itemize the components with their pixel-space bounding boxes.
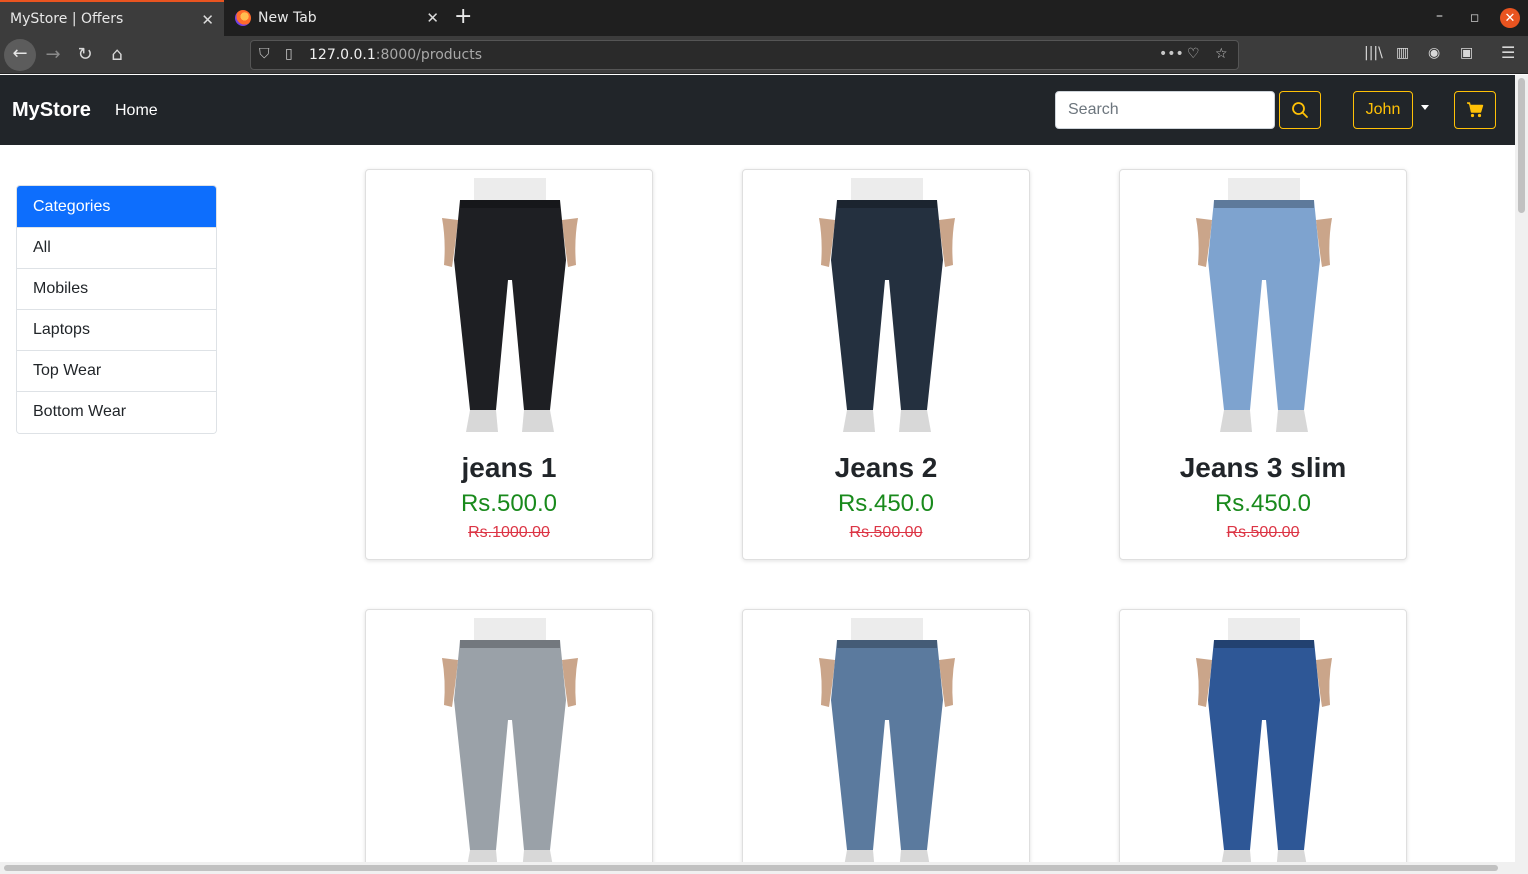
product-old-price: Rs.500.00 xyxy=(849,524,923,541)
product-image[interactable] xyxy=(743,170,1029,452)
bookmark-star-icon[interactable]: ☆ xyxy=(1215,46,1228,62)
waistband-shape xyxy=(837,640,937,648)
product-title[interactable]: Jeans 3 slim xyxy=(1120,452,1406,484)
jeans-shape xyxy=(454,200,566,410)
tab-label: New Tab xyxy=(258,10,317,26)
tab-label: MyStore | Offers xyxy=(10,11,124,27)
product-card[interactable] xyxy=(365,609,653,869)
brand-logo[interactable]: MyStore xyxy=(12,99,91,122)
user-menu-button[interactable]: John xyxy=(1353,91,1413,129)
product-card[interactable] xyxy=(742,609,1030,869)
category-laptops[interactable]: Laptops xyxy=(17,310,216,351)
shield-icon[interactable]: ⛉ xyxy=(259,46,270,62)
jeans-shape xyxy=(454,640,566,850)
reload-icon[interactable]: ↻ xyxy=(70,40,100,70)
jeans-shape xyxy=(831,200,943,410)
left-shoe-shape xyxy=(466,410,498,432)
maximize-icon[interactable]: ◻ xyxy=(1470,11,1479,24)
close-icon[interactable]: ✕ xyxy=(426,9,439,27)
search-icon xyxy=(1292,102,1308,118)
search-button[interactable] xyxy=(1279,91,1321,129)
forward-arrow-icon[interactable]: → xyxy=(38,40,68,70)
jeans-shape xyxy=(1208,200,1320,410)
url-host: 127.0.0.1 xyxy=(309,47,376,63)
category-bottom-wear[interactable]: Bottom Wear xyxy=(17,392,216,433)
left-shoe-shape xyxy=(843,410,875,432)
jeans-illustration xyxy=(442,618,578,868)
page-icon: ▯ xyxy=(285,46,293,62)
nav-home-link[interactable]: Home xyxy=(115,102,158,120)
waistband-shape xyxy=(460,640,560,648)
jeans-illustration xyxy=(1196,178,1332,432)
cart-button[interactable] xyxy=(1454,91,1496,129)
url-bar[interactable]: ⛉ ▯ 127.0.0.1:8000/products ••• ♡ ☆ xyxy=(250,40,1239,70)
product-old-price: Rs.500.00 xyxy=(1226,524,1300,541)
category-top-wear[interactable]: Top Wear xyxy=(17,351,216,392)
menu-hamburger-icon[interactable]: ☰ xyxy=(1501,43,1515,62)
sidebar-icon[interactable]: ▥ xyxy=(1396,45,1409,61)
vertical-scrollbar-thumb[interactable] xyxy=(1518,78,1525,213)
product-image[interactable] xyxy=(366,170,652,452)
categories-list: Categories All Mobiles Laptops Top Wear … xyxy=(16,185,217,434)
site-navbar: MyStore Home John xyxy=(0,75,1515,145)
right-shoe-shape xyxy=(522,410,554,432)
jeans-illustration xyxy=(819,618,955,868)
product-image[interactable] xyxy=(1120,610,1406,868)
minimize-icon[interactable]: – xyxy=(1436,8,1443,24)
browser-tab-bar: MyStore | Offers ✕ New Tab ✕ + – ◻ ✕ xyxy=(0,0,1528,36)
waistband-shape xyxy=(460,200,560,208)
cart-icon xyxy=(1467,102,1484,118)
product-old-price: Rs.1000.00 xyxy=(468,524,550,541)
firefox-icon xyxy=(235,10,251,26)
product-price: Rs.450.0 xyxy=(1214,490,1312,517)
tab-mystore-offers[interactable]: MyStore | Offers ✕ xyxy=(0,0,224,36)
jeans-illustration xyxy=(442,178,578,432)
jeans-illustration xyxy=(1196,618,1332,868)
waistband-shape xyxy=(1214,640,1314,648)
tab-new-tab[interactable]: New Tab ✕ xyxy=(225,0,449,36)
product-image[interactable] xyxy=(743,610,1029,868)
waistband-shape xyxy=(1214,200,1314,208)
search-input[interactable] xyxy=(1055,91,1275,129)
jeans-shape xyxy=(831,640,943,850)
window-close-icon[interactable]: ✕ xyxy=(1500,8,1520,28)
product-title[interactable]: jeans 1 xyxy=(366,452,652,484)
product-image[interactable] xyxy=(1120,170,1406,452)
product-card[interactable]: jeans 1 Rs.500.0 Rs.1000.00 xyxy=(365,169,653,560)
browser-nav-bar: ← → ↻ ⌂ ⛉ ▯ 127.0.0.1:8000/products ••• … xyxy=(0,36,1528,74)
url-path: :8000/products xyxy=(375,47,482,63)
product-price: Rs.450.0 xyxy=(837,490,935,517)
extension-icon[interactable]: ▣ xyxy=(1460,45,1473,61)
dropdown-caret-icon[interactable] xyxy=(1421,105,1429,110)
right-shoe-shape xyxy=(1276,410,1308,432)
url-text[interactable]: 127.0.0.1:8000/products xyxy=(309,47,482,63)
product-image[interactable] xyxy=(366,610,652,868)
jeans-illustration xyxy=(819,178,955,432)
product-title[interactable]: Jeans 2 xyxy=(743,452,1029,484)
horizontal-scrollbar-thumb[interactable] xyxy=(4,865,1498,871)
back-arrow-icon[interactable]: ← xyxy=(4,39,36,71)
more-actions-icon[interactable]: ••• xyxy=(1159,46,1184,62)
product-price: Rs.500.0 xyxy=(460,490,558,517)
left-shoe-shape xyxy=(1220,410,1252,432)
product-card[interactable]: Jeans 2 Rs.450.0 Rs.500.00 xyxy=(742,169,1030,560)
home-icon[interactable]: ⌂ xyxy=(102,40,132,70)
account-icon[interactable]: ◉ xyxy=(1428,45,1440,61)
new-tab-plus-icon[interactable]: + xyxy=(454,4,472,29)
close-icon[interactable]: ✕ xyxy=(201,11,214,29)
category-all[interactable]: All xyxy=(17,228,216,269)
waistband-shape xyxy=(837,200,937,208)
product-card[interactable]: Jeans 3 slim Rs.450.0 Rs.500.00 xyxy=(1119,169,1407,560)
jeans-shape xyxy=(1208,640,1320,850)
library-icon[interactable]: |||\ xyxy=(1364,45,1383,61)
right-shoe-shape xyxy=(899,410,931,432)
product-card[interactable] xyxy=(1119,609,1407,869)
categories-header: Categories xyxy=(17,186,216,228)
pocket-icon[interactable]: ♡ xyxy=(1187,46,1200,62)
category-mobiles[interactable]: Mobiles xyxy=(17,269,216,310)
